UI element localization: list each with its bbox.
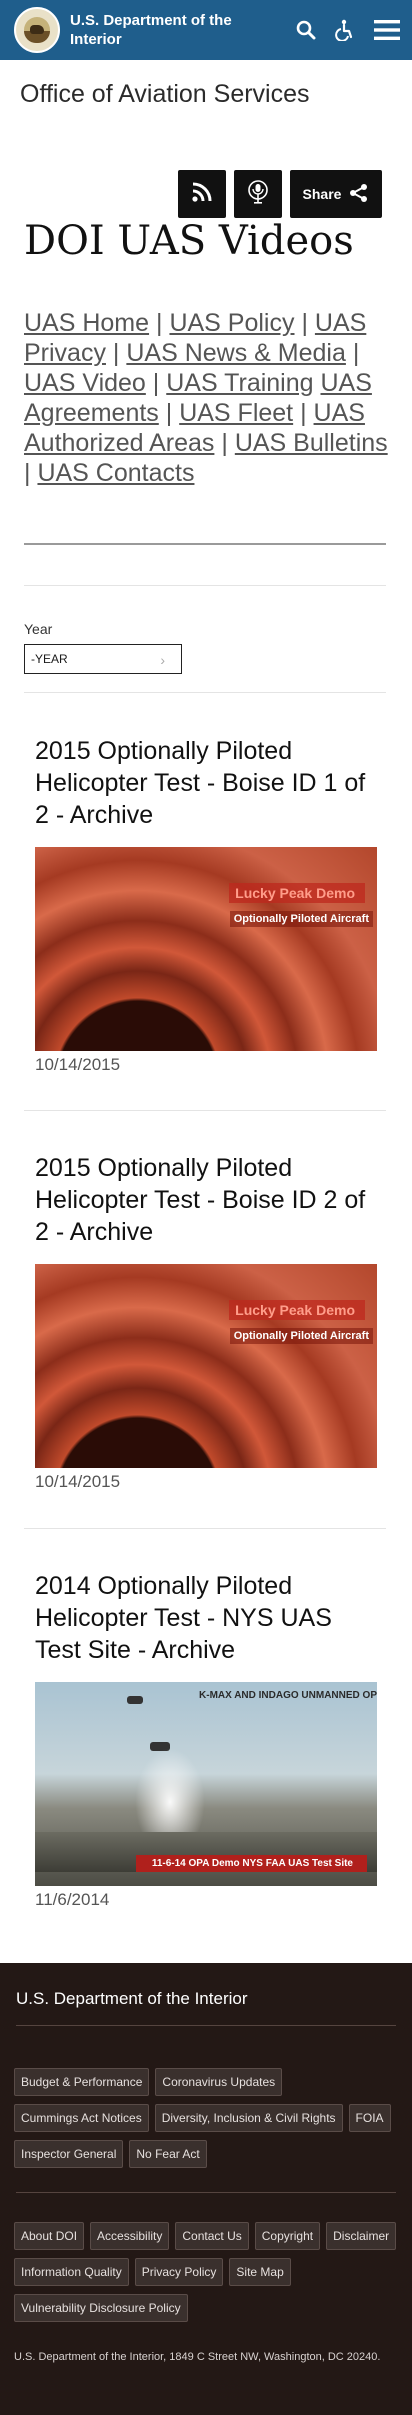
divider <box>16 2192 396 2193</box>
video-card: 2015 Optionally Piloted Helicopter Test … <box>35 1152 377 1492</box>
thumbnail-subtitle: Optionally Piloted Aircraft <box>229 1328 373 1344</box>
divider <box>16 2025 396 2026</box>
video-thumbnail[interactable]: K-MAX AND INDAGO UNMANNED OP 11-6-14 OPA… <box>35 1682 377 1886</box>
thumbnail-header: K-MAX AND INDAGO UNMANNED OP <box>199 1690 377 1701</box>
footer-link-disclaimer[interactable]: Disclaimer <box>326 2222 397 2250</box>
footer-address: U.S. Department of the Interior, 1849 C … <box>14 2351 381 2363</box>
share-toolbar: Share <box>178 170 382 218</box>
nav-link-uas-contacts[interactable]: UAS Contacts <box>37 459 194 487</box>
footer-link-about-doi[interactable]: About DOI <box>14 2222 85 2250</box>
search-icon[interactable] <box>296 20 316 40</box>
menu-icon[interactable] <box>374 19 400 41</box>
footer-link-vulnerability-disclosure[interactable]: Vulnerability Disclosure Policy <box>14 2294 188 2322</box>
thumbnail-title: Lucky Peak Demo <box>229 1300 365 1320</box>
site-header: U.S. Department of the Interior <box>0 0 412 60</box>
accessibility-icon[interactable] <box>334 19 356 41</box>
share-label: Share <box>302 186 342 202</box>
video-card: 2014 Optionally Piloted Helicopter Test … <box>35 1570 377 1910</box>
year-select[interactable]: -YEAR › <box>24 644 182 674</box>
video-thumbnail[interactable]: Lucky Peak Demo Optionally Piloted Aircr… <box>35 1264 377 1468</box>
year-filter-label: Year <box>24 621 53 637</box>
share-icon <box>349 183 369 206</box>
nav-link-uas-training[interactable]: UAS Training <box>166 369 313 397</box>
nav-link-uas-fleet[interactable]: UAS Fleet <box>179 399 293 427</box>
nav-link-uas-video[interactable]: UAS Video <box>24 369 146 397</box>
podcast-icon <box>246 179 270 210</box>
footer-link-diversity[interactable]: Diversity, Inclusion & Civil Rights <box>154 2104 343 2132</box>
video-date: 11/6/2014 <box>35 1890 110 1909</box>
video-title[interactable]: 2015 Optionally Piloted Helicopter Test … <box>35 1152 377 1248</box>
divider <box>24 1110 386 1111</box>
thumbnail-title: Lucky Peak Demo <box>229 883 365 903</box>
footer-link-no-fear-act[interactable]: No Fear Act <box>129 2140 207 2168</box>
footer-title[interactable]: U.S. Department of the Interior <box>16 1989 248 2009</box>
divider <box>24 692 386 693</box>
nav-link-uas-bulletins[interactable]: UAS Bulletins <box>235 429 388 457</box>
video-title[interactable]: 2015 Optionally Piloted Helicopter Test … <box>35 735 377 831</box>
page-title: DOI UAS Videos <box>24 218 354 264</box>
doi-seal-logo[interactable] <box>14 7 60 53</box>
thumbnail-subtitle: Optionally Piloted Aircraft <box>229 911 373 927</box>
footer-link-contact-us[interactable]: Contact Us <box>175 2222 249 2250</box>
footer-link-information-quality[interactable]: Information Quality <box>14 2258 129 2286</box>
video-date: 10/14/2015 <box>35 1472 121 1491</box>
video-card: 2015 Optionally Piloted Helicopter Test … <box>35 735 377 1075</box>
site-footer: U.S. Department of the Interior Budget &… <box>0 1963 412 2415</box>
thumbnail-banner: 11-6-14 OPA Demo NYS FAA UAS Test Site <box>135 1855 367 1872</box>
site-name[interactable]: U.S. Department of the Interior <box>70 11 270 49</box>
footer-link-accessibility[interactable]: Accessibility <box>90 2222 170 2250</box>
nav-link-uas-home[interactable]: UAS Home <box>24 309 149 337</box>
divider <box>24 1528 386 1529</box>
video-thumbnail[interactable]: Lucky Peak Demo Optionally Piloted Aircr… <box>35 847 377 1051</box>
helicopter-image <box>127 1696 143 1704</box>
uas-nav-links: UAS Home | UAS Policy | UAS Privacy | UA… <box>24 309 388 487</box>
rss-icon <box>191 181 213 208</box>
office-name[interactable]: Office of Aviation Services <box>20 80 412 109</box>
footer-link-inspector-general[interactable]: Inspector General <box>14 2140 124 2168</box>
footer-link-foia[interactable]: FOIA <box>348 2104 391 2132</box>
footer-link-coronavirus[interactable]: Coronavirus Updates <box>155 2068 283 2096</box>
chevron-right-icon: › <box>160 652 165 668</box>
footer-link-budget[interactable]: Budget & Performance <box>14 2068 150 2096</box>
nav-link-uas-news-media[interactable]: UAS News & Media <box>126 339 346 367</box>
footer-link-copyright[interactable]: Copyright <box>254 2222 321 2250</box>
divider <box>24 543 386 545</box>
footer-link-cummings-act[interactable]: Cummings Act Notices <box>14 2104 149 2132</box>
footer-link-site-map[interactable]: Site Map <box>229 2258 291 2286</box>
share-button[interactable]: Share <box>290 170 382 218</box>
footer-links-secondary: About DOI Accessibility Contact Us Copyr… <box>14 2222 398 2322</box>
video-title[interactable]: 2014 Optionally Piloted Helicopter Test … <box>35 1570 377 1666</box>
rss-button[interactable] <box>178 170 226 218</box>
podcast-button[interactable] <box>234 170 282 218</box>
divider <box>24 585 386 586</box>
nav-link-uas-policy[interactable]: UAS Policy <box>169 309 294 337</box>
footer-links-primary: Budget & Performance Coronavirus Updates… <box>14 2068 398 2168</box>
year-select-value: -YEAR <box>31 652 68 666</box>
footer-link-privacy-policy[interactable]: Privacy Policy <box>134 2258 224 2286</box>
video-date: 10/14/2015 <box>35 1055 121 1074</box>
